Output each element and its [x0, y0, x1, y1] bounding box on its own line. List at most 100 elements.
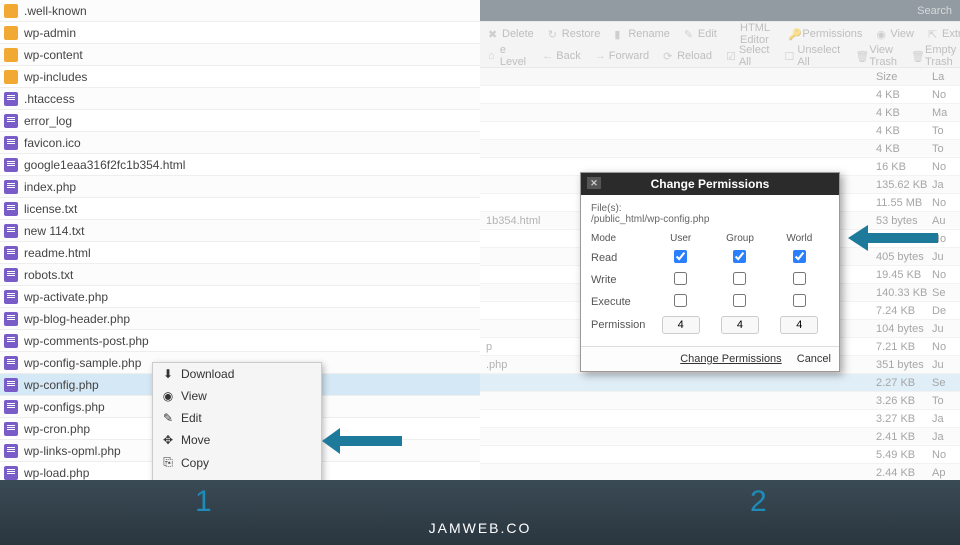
- cell-size: 16 KB: [876, 161, 932, 173]
- ctx-copy[interactable]: ⎘Copy: [153, 451, 321, 474]
- execute-world-checkbox[interactable]: [793, 294, 806, 307]
- ctx-download[interactable]: ⬇Download: [153, 363, 321, 385]
- write-user-checkbox[interactable]: [674, 272, 687, 285]
- cell-size: 4 KB: [876, 89, 932, 101]
- tool-restore[interactable]: ↻Restore: [548, 28, 601, 40]
- ctx-edit[interactable]: ✎Edit: [153, 407, 321, 429]
- table-row[interactable]: 4 KBTo: [480, 140, 960, 158]
- file-row[interactable]: error_log: [0, 110, 480, 132]
- right-toolbar-1: ✖Delete ↻Restore ▮Rename ✎Edit HTML Editor 🔑P…: [480, 22, 960, 46]
- ctx-item-label: Edit: [181, 411, 202, 425]
- file-name: index.php: [24, 180, 76, 194]
- file-row[interactable]: wp-comments-post.php: [0, 330, 480, 352]
- file-name: wp-configs.php: [24, 400, 105, 414]
- cell-modified: No: [932, 269, 960, 281]
- tool-extract[interactable]: ⇱Extract: [928, 28, 960, 40]
- table-row[interactable]: 3.27 KBJa: [480, 410, 960, 428]
- table-row[interactable]: 2.41 KBJa: [480, 428, 960, 446]
- extract-icon: ⇱: [928, 28, 939, 39]
- table-row[interactable]: 2.44 KBAp: [480, 464, 960, 480]
- file-row[interactable]: license.txt: [0, 198, 480, 220]
- file-icon: [4, 268, 18, 282]
- ctx-item-label: Rename: [181, 478, 226, 480]
- file-row[interactable]: wp-content: [0, 44, 480, 66]
- cell-size: 19.45 KB: [876, 269, 932, 281]
- file-name: wp-config-sample.php: [24, 356, 141, 370]
- rename-icon: ▮: [614, 28, 625, 39]
- cell-size: 7.24 KB: [876, 305, 932, 317]
- tool-rename[interactable]: ▮Rename: [614, 28, 670, 40]
- file-row[interactable]: new 114.txt: [0, 220, 480, 242]
- cell-size: 405 bytes: [876, 251, 932, 263]
- file-row[interactable]: google1eaa316f2fc1b354.html: [0, 154, 480, 176]
- step-number-2: 2: [750, 485, 767, 519]
- file-row[interactable]: .well-known: [0, 0, 480, 22]
- table-row[interactable]: 3.26 KBTo: [480, 392, 960, 410]
- html-editor-icon: [731, 28, 737, 39]
- perm-group-input[interactable]: [721, 316, 759, 334]
- read-user-checkbox[interactable]: [674, 250, 687, 263]
- execute-user-checkbox[interactable]: [674, 294, 687, 307]
- tool-html-editor[interactable]: HTML Editor: [731, 22, 775, 46]
- col-group: Group: [710, 233, 769, 244]
- cell-modified: To: [932, 125, 960, 137]
- search-label[interactable]: Search: [917, 5, 952, 17]
- file-icon: [4, 224, 18, 238]
- dialog-title-bar: ✕ Change Permissions: [581, 173, 839, 195]
- cell-size: 4 KB: [876, 125, 932, 137]
- file-name: wp-blog-header.php: [24, 312, 130, 326]
- file-row[interactable]: favicon.ico: [0, 132, 480, 154]
- cell-size: 2.41 KB: [876, 431, 932, 443]
- table-row[interactable]: 4 KBTo: [480, 122, 960, 140]
- ctx-view[interactable]: ◉View: [153, 385, 321, 407]
- close-icon[interactable]: ✕: [587, 177, 601, 189]
- permissions-grid: Mode User Group World Read Write Execute…: [591, 233, 829, 334]
- tool-edit[interactable]: ✎Edit: [684, 28, 717, 40]
- arrow-annotation-2: [848, 225, 938, 251]
- col-size[interactable]: Size: [876, 71, 932, 83]
- delete-icon: ✖: [488, 28, 499, 39]
- perm-user-input[interactable]: [662, 316, 700, 334]
- ctx-rename[interactable]: ▮Rename: [153, 474, 321, 480]
- ctx-item-label: Copy: [181, 456, 209, 470]
- execute-group-checkbox[interactable]: [733, 294, 746, 307]
- file-row[interactable]: readme.html: [0, 242, 480, 264]
- col-modified[interactable]: La: [932, 71, 960, 83]
- cell-size: 104 bytes: [876, 323, 932, 335]
- file-row[interactable]: robots.txt: [0, 264, 480, 286]
- change-permissions-button[interactable]: Change Permissions: [680, 353, 782, 365]
- cell-modified: Ju: [932, 251, 960, 263]
- table-row[interactable]: 2.27 KBSe: [480, 374, 960, 392]
- write-world-checkbox[interactable]: [793, 272, 806, 285]
- cell-size: 3.26 KB: [876, 395, 932, 407]
- table-row[interactable]: 4 KBNo: [480, 86, 960, 104]
- file-icon: [4, 246, 18, 260]
- file-row[interactable]: wp-includes: [0, 66, 480, 88]
- file-name: wp-content: [24, 48, 83, 62]
- ctx-move[interactable]: ✥Move: [153, 429, 321, 451]
- file-name: google1eaa316f2fc1b354.html: [24, 158, 185, 172]
- cell-modified: Ap: [932, 467, 960, 479]
- write-group-checkbox[interactable]: [733, 272, 746, 285]
- file-name: wp-admin: [24, 26, 76, 40]
- cell-modified: Ja: [932, 179, 960, 191]
- dialog-title: Change Permissions: [651, 177, 770, 191]
- tool-delete[interactable]: ✖Delete: [488, 28, 534, 40]
- perm-world-input[interactable]: [780, 316, 818, 334]
- file-row[interactable]: wp-admin: [0, 22, 480, 44]
- read-group-checkbox[interactable]: [733, 250, 746, 263]
- table-row[interactable]: 5.49 KBNo: [480, 446, 960, 464]
- tool-permissions[interactable]: 🔑Permissions: [788, 28, 862, 40]
- read-world-checkbox[interactable]: [793, 250, 806, 263]
- file-row[interactable]: index.php: [0, 176, 480, 198]
- cancel-button[interactable]: Cancel: [797, 353, 831, 365]
- table-row[interactable]: 4 KBMa: [480, 104, 960, 122]
- file-row[interactable]: .htaccess: [0, 88, 480, 110]
- file-name: wp-cron.php: [24, 422, 90, 436]
- row-permission-label: Permission: [591, 319, 651, 331]
- file-row[interactable]: wp-blog-header.php: [0, 308, 480, 330]
- file-row[interactable]: wp-activate.php: [0, 286, 480, 308]
- col-world: World: [770, 233, 829, 244]
- file-name: .htaccess: [24, 92, 75, 106]
- tool-view[interactable]: ◉View: [876, 28, 914, 40]
